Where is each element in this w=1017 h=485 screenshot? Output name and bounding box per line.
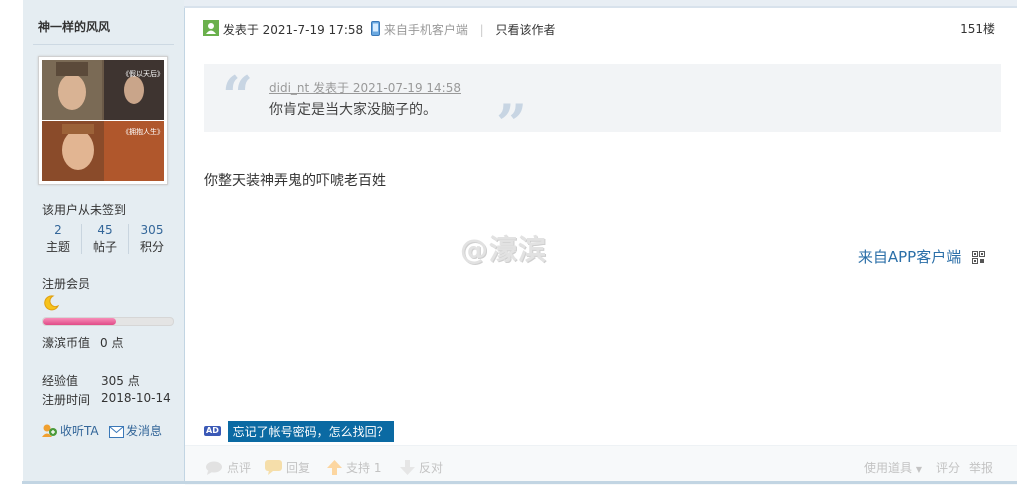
stat-value: 305 — [140, 223, 164, 237]
coin-row: 濠滨币值 0 点 — [42, 334, 123, 351]
stat-value: 2 — [54, 223, 62, 237]
author-name[interactable]: 神一样的风风 — [38, 18, 110, 35]
app-client-label: 来自APP客户端 — [857, 248, 962, 266]
qrcode-icon — [972, 250, 985, 268]
thumb-up-icon — [327, 460, 342, 478]
quote-open-icon: “ — [222, 64, 254, 128]
rate-button[interactable]: 评分 — [936, 459, 960, 476]
post-time: 发表于 2021-7-19 17:58 — [222, 23, 364, 37]
comment-icon — [205, 461, 223, 478]
quote-block: “ didi_nt 发表于 2021-07-19 14:58 你肯定是当大家没脑… — [204, 64, 1001, 154]
support-button[interactable]: 支持 1 — [327, 459, 381, 478]
ad-row: AD 忘记了帐号密码，怎么找回？ — [204, 421, 394, 442]
client-label[interactable]: 来自手机客户端 — [384, 21, 468, 38]
only-author-link[interactable]: 只看该作者 — [496, 21, 556, 38]
quote-text: 你肯定是当大家没脑子的。 — [269, 102, 437, 118]
oppose-label: 反对 — [419, 461, 444, 475]
coin-value: 0 点 — [100, 336, 124, 350]
tools-label: 使用道具 — [864, 461, 913, 475]
follow-icon — [42, 423, 58, 441]
follow-label: 收听TA — [60, 424, 99, 438]
exp-row: 经验值 305 点 — [42, 372, 140, 389]
ad-link[interactable]: 忘记了帐号密码，怎么找回？ — [227, 421, 394, 442]
report-button[interactable]: 举报 — [969, 459, 993, 476]
stat-posts[interactable]: 45 帖子 — [82, 222, 128, 256]
reply-button[interactable]: 回复 — [265, 459, 310, 478]
support-label: 支持 1 — [346, 461, 382, 475]
use-tools-menu[interactable]: 使用道具 ▼ — [864, 459, 922, 476]
exp-label: 经验值 — [42, 374, 79, 388]
mail-icon — [109, 426, 124, 441]
avatar[interactable]: 《假以天后》 《拥抱人生》 — [38, 56, 168, 185]
post-main: 发表于 2021-7-19 17:58 来自手机客户端 | 只看该作者 151楼… — [185, 8, 1017, 485]
coin-label: 濠滨币值 — [42, 336, 91, 350]
separator: | — [479, 22, 484, 37]
mobile-icon — [370, 20, 380, 39]
reg-row: 注册时间 2018-10-14 — [42, 391, 171, 408]
online-icon — [203, 20, 219, 39]
post-actions-bar: 点评 回复 支持 1 反对 使用道具 ▼ 评分 举报 — [185, 445, 1017, 485]
level-progress-bar — [42, 317, 174, 326]
ad-tag: AD — [204, 426, 221, 436]
avatar-caption-2: 《拥抱人生》 — [122, 127, 164, 136]
comment-label: 点评 — [227, 461, 252, 475]
user-group[interactable]: 注册会员 — [42, 275, 90, 292]
level-progress-fill — [43, 318, 116, 325]
rate-label: 评分 — [936, 461, 961, 475]
stat-threads[interactable]: 2 主题 — [35, 222, 81, 256]
stat-label: 主题 — [45, 240, 70, 254]
reg-value: 2018-10-14 — [101, 391, 171, 405]
reg-label: 注册时间 — [42, 393, 91, 407]
exp-value: 305 点 — [101, 374, 140, 388]
divider — [33, 44, 174, 45]
message-label: 发消息 — [126, 424, 163, 438]
author-sidebar: 神一样的风风 《假以天后》 《拥抱人生》 该用户从未签到 2 主题 45 帖子 — [23, 0, 185, 484]
quote-meta[interactable]: didi_nt 发表于 2021-07-19 14:58 — [269, 79, 461, 96]
stat-points[interactable]: 305 积分 — [129, 222, 175, 256]
thumb-down-icon — [400, 460, 415, 478]
stat-label: 帖子 — [92, 240, 117, 254]
reply-icon — [265, 460, 282, 478]
comment-button[interactable]: 点评 — [205, 459, 251, 478]
reply-label: 回复 — [286, 461, 311, 475]
report-label: 举报 — [969, 461, 994, 475]
quote-close-icon: ” — [496, 92, 528, 156]
post-header: 发表于 2021-7-19 17:58 来自手机客户端 | 只看该作者 — [203, 20, 556, 39]
author-stats: 2 主题 45 帖子 305 积分 — [35, 222, 175, 258]
stat-label: 积分 — [139, 240, 164, 254]
moon-icon — [42, 294, 60, 312]
stat-value: 45 — [97, 223, 113, 237]
avatar-image: 《假以天后》 《拥抱人生》 — [42, 60, 164, 181]
chevron-down-icon: ▼ — [915, 465, 922, 474]
post-content: 你整天装神弄鬼的吓唬老百姓 — [204, 173, 386, 189]
page-margin — [0, 0, 22, 484]
send-message-button[interactable]: 发消息 — [109, 422, 162, 441]
floor-number[interactable]: 151楼 — [960, 20, 995, 37]
avatar-caption-1: 《假以天后》 — [122, 69, 164, 78]
app-client-link[interactable]: 来自APP客户端 — [858, 246, 985, 268]
watermark: @濠滨 — [460, 233, 548, 266]
oppose-button[interactable]: 反对 — [400, 459, 443, 478]
signin-status: 该用户从未签到 — [42, 203, 127, 217]
follow-button[interactable]: 收听TA — [42, 422, 99, 441]
